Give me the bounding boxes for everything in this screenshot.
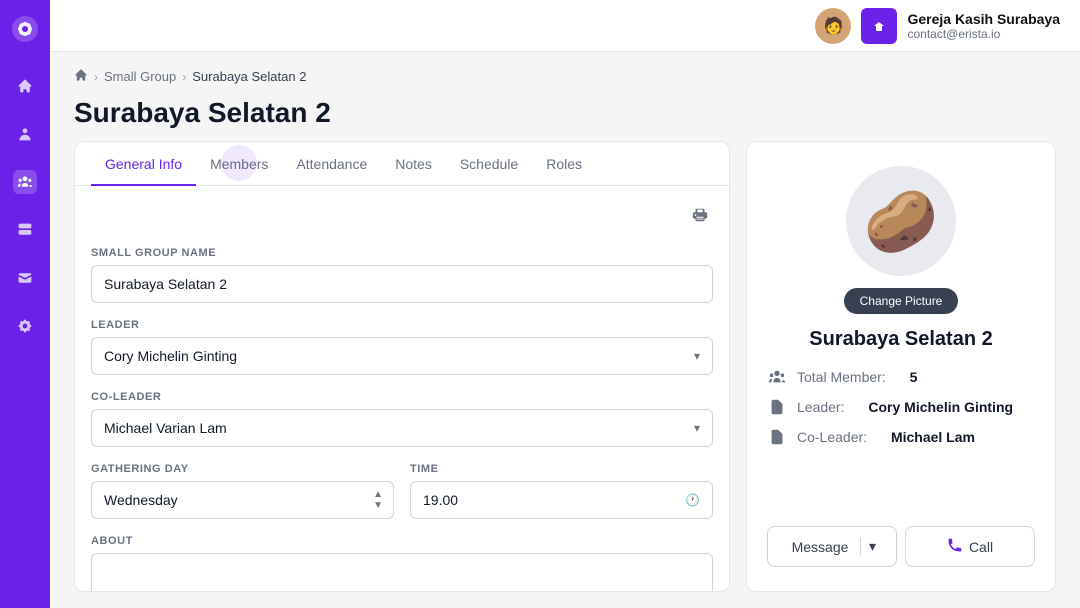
co-leader-select[interactable]: Michael Varian Lam ▾ bbox=[91, 409, 713, 447]
tab-notes[interactable]: Notes bbox=[381, 142, 446, 186]
home-breadcrumb-icon[interactable] bbox=[74, 68, 88, 85]
message-dropdown-arrow[interactable]: ▾ bbox=[860, 538, 884, 555]
about-label: ABOUT bbox=[91, 535, 713, 547]
org-name: Gereja Kasih Surabaya bbox=[907, 11, 1060, 27]
phone-icon bbox=[947, 537, 963, 556]
header-info: Gereja Kasih Surabaya contact@erista.io bbox=[907, 11, 1060, 41]
home-icon[interactable] bbox=[13, 74, 37, 98]
form-area: SMALL GROUP NAME LEADER Cory Michelin Gi… bbox=[75, 186, 729, 591]
total-member-label: Total Member: bbox=[797, 369, 886, 385]
print-btn-row bbox=[91, 202, 713, 231]
tabs-bar: General Info Members Attendance Notes Sc… bbox=[75, 142, 729, 186]
co-leader-label: CO-LEADER bbox=[91, 391, 713, 403]
tab-ripple bbox=[221, 145, 257, 181]
header-user: 🧑 Gereja Kasih Surabaya contact@erista.i… bbox=[815, 8, 1060, 44]
right-panel-group-name: Surabaya Selatan 2 bbox=[809, 328, 992, 351]
group-name-field: SMALL GROUP NAME bbox=[91, 247, 713, 303]
leader-field: LEADER Cory Michelin Ginting ▾ bbox=[91, 319, 713, 375]
call-btn-label: Call bbox=[969, 539, 993, 555]
leader-row: Leader: Cory Michelin Ginting bbox=[767, 397, 1035, 417]
total-member-row: Total Member: 5 bbox=[767, 367, 1035, 387]
breadcrumb-sep-2: › bbox=[182, 70, 186, 84]
mail-icon[interactable] bbox=[13, 266, 37, 290]
leader-info-value: Cory Michelin Ginting bbox=[868, 399, 1013, 415]
gathering-day-label: GATHERING DAY bbox=[91, 463, 394, 475]
co-leader-value: Michael Varian Lam bbox=[92, 410, 682, 446]
time-clock-icon: 🕐 bbox=[673, 493, 712, 507]
two-col-layout: General Info Members Attendance Notes Sc… bbox=[74, 141, 1056, 592]
time-field: TIME 19.00 🕐 bbox=[410, 463, 713, 519]
leader-value: Cory Michelin Ginting bbox=[92, 338, 682, 374]
right-panel-actions: Message ▾ Call bbox=[767, 526, 1035, 567]
call-button[interactable]: Call bbox=[905, 526, 1035, 567]
sidebar bbox=[0, 0, 50, 608]
avatar: 🧑 bbox=[815, 8, 851, 44]
leader-select[interactable]: Cory Michelin Ginting ▾ bbox=[91, 337, 713, 375]
group-avatar-emoji: 🥔 bbox=[864, 186, 939, 257]
settings-icon[interactable] bbox=[13, 314, 37, 338]
group-name-input[interactable] bbox=[91, 265, 713, 303]
change-picture-button[interactable]: Change Picture bbox=[844, 288, 959, 314]
content-area: › Small Group › Surabaya Selatan 2 Surab… bbox=[50, 52, 1080, 608]
person-icon[interactable] bbox=[13, 122, 37, 146]
leader-info-label: Leader: bbox=[797, 399, 844, 415]
info-list: Total Member: 5 Leader: Cory Michelin Gi… bbox=[767, 367, 1035, 447]
app-logo[interactable] bbox=[10, 14, 40, 44]
group-name-label: SMALL GROUP NAME bbox=[91, 247, 713, 259]
group-avatar: 🥔 bbox=[846, 166, 956, 276]
total-member-value: 5 bbox=[910, 369, 918, 385]
breadcrumb-small-group[interactable]: Small Group bbox=[104, 69, 176, 84]
co-leader-info-label: Co-Leader: bbox=[797, 429, 867, 445]
group-icon[interactable] bbox=[13, 170, 37, 194]
page-title: Surabaya Selatan 2 bbox=[74, 97, 1056, 129]
tab-general-info[interactable]: General Info bbox=[91, 142, 196, 186]
tab-schedule[interactable]: Schedule bbox=[446, 142, 532, 186]
org-email: contact@erista.io bbox=[907, 27, 1060, 41]
print-button[interactable] bbox=[687, 202, 713, 231]
breadcrumb-sep-1: › bbox=[94, 70, 98, 84]
org-logo bbox=[861, 8, 897, 44]
co-leader-dropdown-icon[interactable]: ▾ bbox=[682, 421, 712, 435]
leader-label: LEADER bbox=[91, 319, 713, 331]
time-value: 19.00 bbox=[411, 482, 673, 518]
left-panel: General Info Members Attendance Notes Sc… bbox=[74, 141, 730, 592]
gathering-day-field: GATHERING DAY Wednesday ▲ ▼ bbox=[91, 463, 394, 519]
about-textarea[interactable] bbox=[91, 553, 713, 591]
community-icon[interactable] bbox=[13, 218, 37, 242]
header: 🧑 Gereja Kasih Surabaya contact@erista.i… bbox=[50, 0, 1080, 52]
leader-dropdown-icon[interactable]: ▾ bbox=[682, 349, 712, 363]
gathering-day-value: Wednesday bbox=[92, 482, 363, 518]
gathering-day-select[interactable]: Wednesday ▲ ▼ bbox=[91, 481, 394, 519]
breadcrumb: › Small Group › Surabaya Selatan 2 bbox=[74, 68, 1056, 85]
co-leader-info-value: Michael Lam bbox=[891, 429, 975, 445]
tab-roles[interactable]: Roles bbox=[532, 142, 596, 186]
main-content: 🧑 Gereja Kasih Surabaya contact@erista.i… bbox=[50, 0, 1080, 608]
message-btn-label: Message bbox=[780, 539, 860, 555]
members-icon bbox=[767, 367, 787, 387]
co-leader-icon bbox=[767, 427, 787, 447]
day-time-row: GATHERING DAY Wednesday ▲ ▼ TIME bbox=[91, 463, 713, 519]
leader-icon bbox=[767, 397, 787, 417]
gathering-day-stepper[interactable]: ▲ ▼ bbox=[363, 489, 393, 511]
right-panel: 🥔 Change Picture Surabaya Selatan 2 Tota… bbox=[746, 141, 1056, 592]
tab-members[interactable]: Members bbox=[196, 142, 282, 186]
time-input-wrapper[interactable]: 19.00 🕐 bbox=[410, 481, 713, 519]
about-field: ABOUT bbox=[91, 535, 713, 591]
tab-attendance[interactable]: Attendance bbox=[282, 142, 381, 186]
breadcrumb-current: Surabaya Selatan 2 bbox=[192, 69, 306, 84]
message-button[interactable]: Message ▾ bbox=[767, 526, 897, 567]
time-label: TIME bbox=[410, 463, 713, 475]
co-leader-field: CO-LEADER Michael Varian Lam ▾ bbox=[91, 391, 713, 447]
co-leader-row: Co-Leader: Michael Lam bbox=[767, 427, 1035, 447]
